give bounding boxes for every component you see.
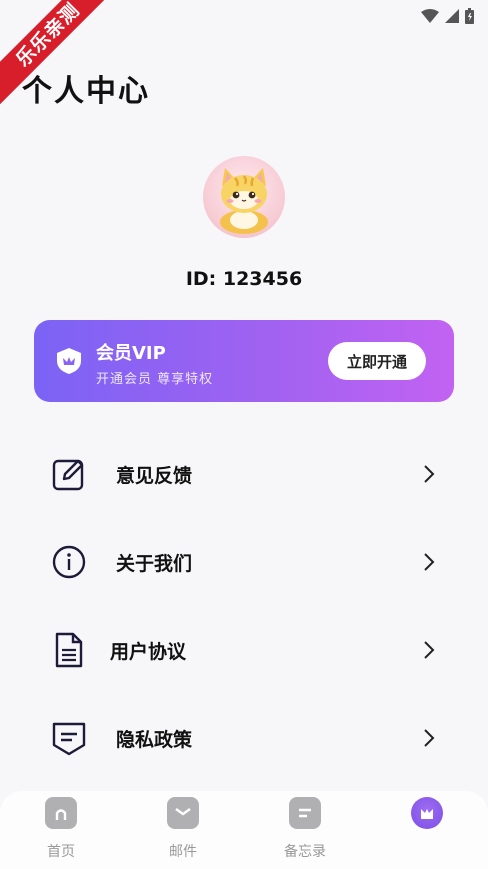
battery-icon — [465, 8, 474, 24]
signal-icon — [445, 9, 459, 23]
tab-home[interactable]: 首页 — [0, 791, 122, 869]
tab-mail[interactable]: 邮件 — [122, 791, 244, 869]
vip-title: 会员VIP — [96, 343, 166, 364]
tab-label: 首页 — [47, 844, 75, 860]
memo-icon — [289, 797, 321, 829]
page-title: 个人中心 — [22, 74, 150, 109]
menu-item-user-agreement[interactable]: 用户协议 — [0, 609, 488, 689]
vip-shield-icon — [57, 348, 81, 374]
vip-card[interactable]: 会员VIP 开通会员 尊享特权 立即开通 — [34, 320, 454, 402]
chevron-right-icon — [424, 553, 435, 571]
menu-label: 用户协议 — [110, 641, 187, 663]
menu-item-about[interactable]: 关于我们 — [0, 521, 488, 601]
wifi-icon — [421, 9, 439, 23]
menu-label: 关于我们 — [116, 553, 193, 575]
menu-item-feedback[interactable]: 意见反馈 — [0, 433, 488, 513]
chevron-right-icon — [424, 641, 435, 659]
mail-icon — [167, 797, 199, 829]
menu-label: 意见反馈 — [116, 465, 193, 487]
tab-memo[interactable]: 备忘录 — [244, 791, 366, 869]
avatar[interactable] — [203, 156, 285, 238]
user-id: ID: 123456 — [185, 268, 303, 290]
menu-label: 隐私政策 — [116, 729, 193, 751]
tab-label: 邮件 — [169, 844, 197, 860]
document-icon — [55, 632, 83, 668]
menu-item-privacy[interactable]: 隐私政策 — [0, 697, 488, 777]
edit-icon — [52, 459, 84, 491]
vip-subtitle: 开通会员 尊享特权 — [96, 372, 214, 387]
policy-icon — [52, 722, 86, 756]
status-icons — [421, 8, 474, 24]
chevron-right-icon — [424, 465, 435, 483]
home-icon — [45, 797, 77, 829]
tab-label: 备忘录 — [284, 844, 326, 860]
cat-avatar-icon — [220, 168, 268, 234]
profile-icon[interactable] — [411, 797, 443, 829]
info-icon — [52, 545, 86, 579]
chevron-right-icon — [424, 729, 435, 747]
activate-vip-button[interactable]: 立即开通 — [328, 342, 426, 380]
